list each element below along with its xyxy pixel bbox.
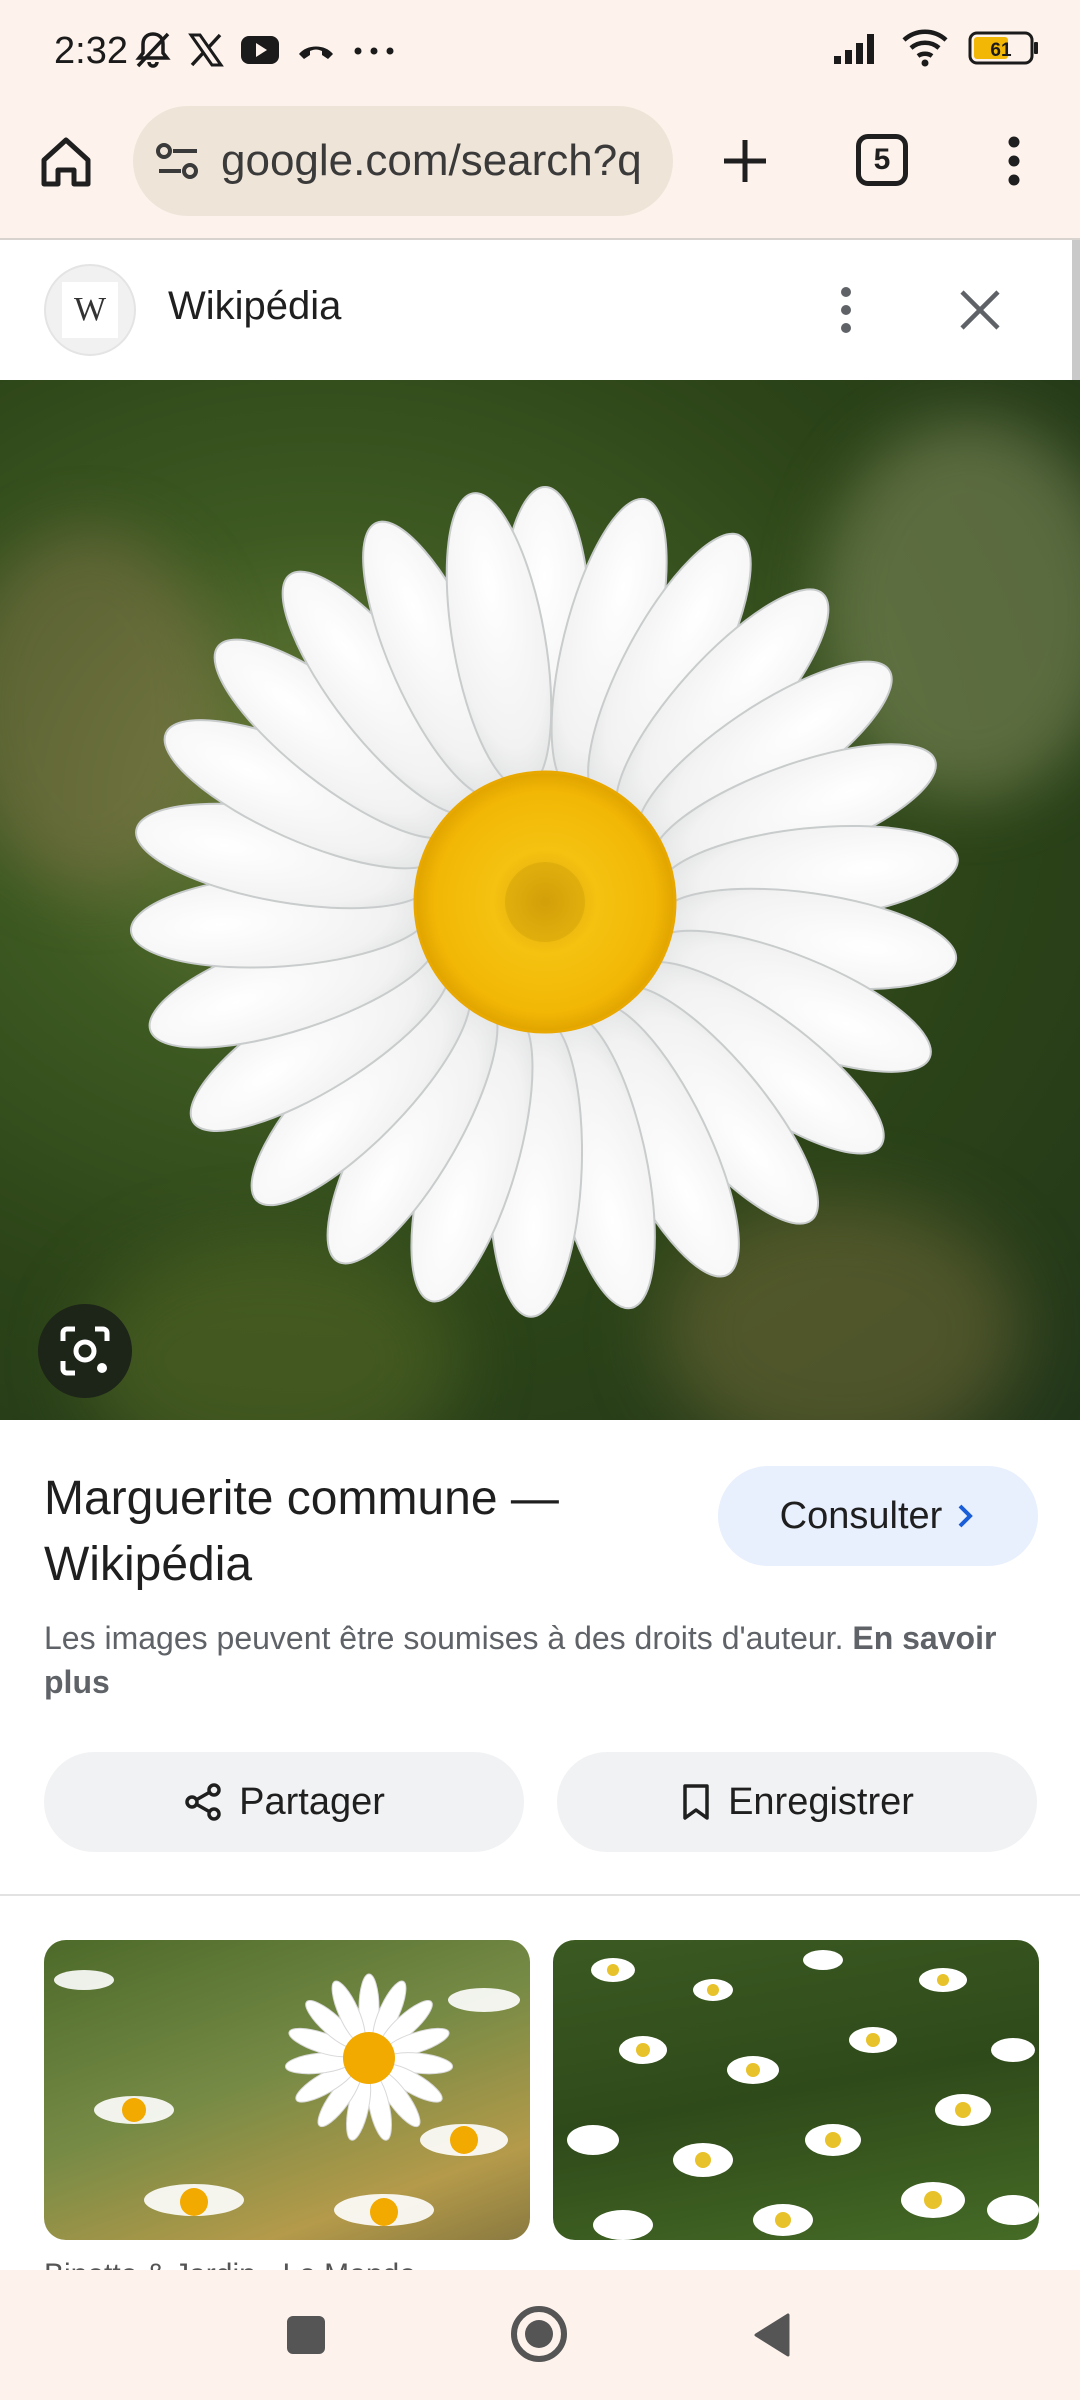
share-button[interactable]: Partager — [44, 1752, 524, 1852]
new-tab-button[interactable] — [708, 124, 782, 198]
home-dot-icon — [525, 2320, 553, 2348]
lens-icon — [60, 1326, 110, 1376]
bookmark-icon — [683, 1784, 709, 1820]
save-button[interactable]: Enregistrer — [557, 1752, 1037, 1852]
daisy-field-image — [54, 1970, 520, 2226]
panel-close-button[interactable] — [946, 276, 1014, 344]
svg-text:61: 61 — [990, 40, 1012, 61]
close-icon — [960, 290, 1000, 330]
copyright-text: Les images peuvent être soumises à des d… — [44, 1620, 844, 1656]
bell-off-icon — [134, 30, 172, 75]
share-label: Partager — [239, 1780, 385, 1823]
call-icon — [296, 38, 336, 67]
home-button[interactable] — [30, 126, 102, 198]
daisy-meadow-image — [567, 1950, 1039, 2240]
result-title[interactable]: Marguerite commune — Wikipédia — [44, 1466, 664, 1598]
browser-menu-button[interactable] — [990, 124, 1038, 198]
tab-switcher-button[interactable]: 5 — [856, 134, 908, 186]
home-nav-button[interactable] — [511, 2306, 567, 2362]
site-settings-icon[interactable] — [155, 139, 201, 183]
screen: 2:32 61 google.com/search?q 5 W Wikipédi… — [0, 0, 1080, 2400]
scrollbar[interactable] — [1072, 240, 1080, 380]
daisy-flower — [129, 486, 959, 1318]
status-icons-left — [134, 30, 396, 75]
chevron-right-icon — [958, 1504, 974, 1528]
x-icon — [188, 32, 224, 73]
panel-more-button[interactable] — [820, 274, 872, 346]
share-icon — [185, 1783, 221, 1821]
system-nav-bar — [0, 2270, 1080, 2400]
url-text[interactable]: google.com/search?q — [221, 136, 661, 186]
more-vert-icon — [1008, 136, 1020, 186]
battery-icon: 61 — [968, 31, 1040, 70]
image-panel-header: W Wikipédia — [0, 240, 1080, 380]
google-lens-button[interactable] — [38, 1304, 132, 1398]
wifi-icon — [900, 28, 950, 73]
visit-button[interactable]: Consulter — [718, 1466, 1038, 1566]
source-name: Wikipédia — [168, 284, 342, 328]
back-button[interactable] — [752, 2312, 792, 2363]
result-info: Marguerite commune — Wikipédia Consulter… — [0, 1420, 1080, 2400]
address-bar[interactable]: google.com/search?q — [133, 106, 673, 216]
plus-icon — [724, 140, 766, 182]
status-bar: 2:32 61 — [0, 0, 1080, 100]
status-time: 2:32 — [54, 30, 128, 72]
more-vert-icon — [841, 287, 851, 333]
more-dots-icon — [352, 44, 396, 62]
recents-button[interactable] — [287, 2316, 325, 2354]
save-label: Enregistrer — [728, 1780, 914, 1823]
status-icons-right: 61 — [832, 28, 1040, 73]
wikipedia-logo-letter: W — [62, 282, 118, 338]
section-divider — [0, 1894, 1080, 1896]
copyright-notice: Les images peuvent être soumises à des d… — [44, 1616, 1034, 1704]
wikipedia-logo: W — [44, 264, 136, 356]
home-icon — [41, 137, 91, 187]
youtube-icon — [240, 35, 280, 70]
main-image[interactable] — [0, 380, 1080, 1420]
related-image-thumbnail[interactable] — [44, 1940, 530, 2240]
tab-count: 5 — [873, 143, 891, 176]
browser-toolbar: google.com/search?q 5 — [0, 100, 1080, 238]
back-triangle-icon — [754, 2313, 790, 2357]
signal-icon — [832, 30, 882, 71]
related-image-thumbnail[interactable] — [553, 1940, 1039, 2240]
visit-label: Consulter — [779, 1494, 943, 1537]
